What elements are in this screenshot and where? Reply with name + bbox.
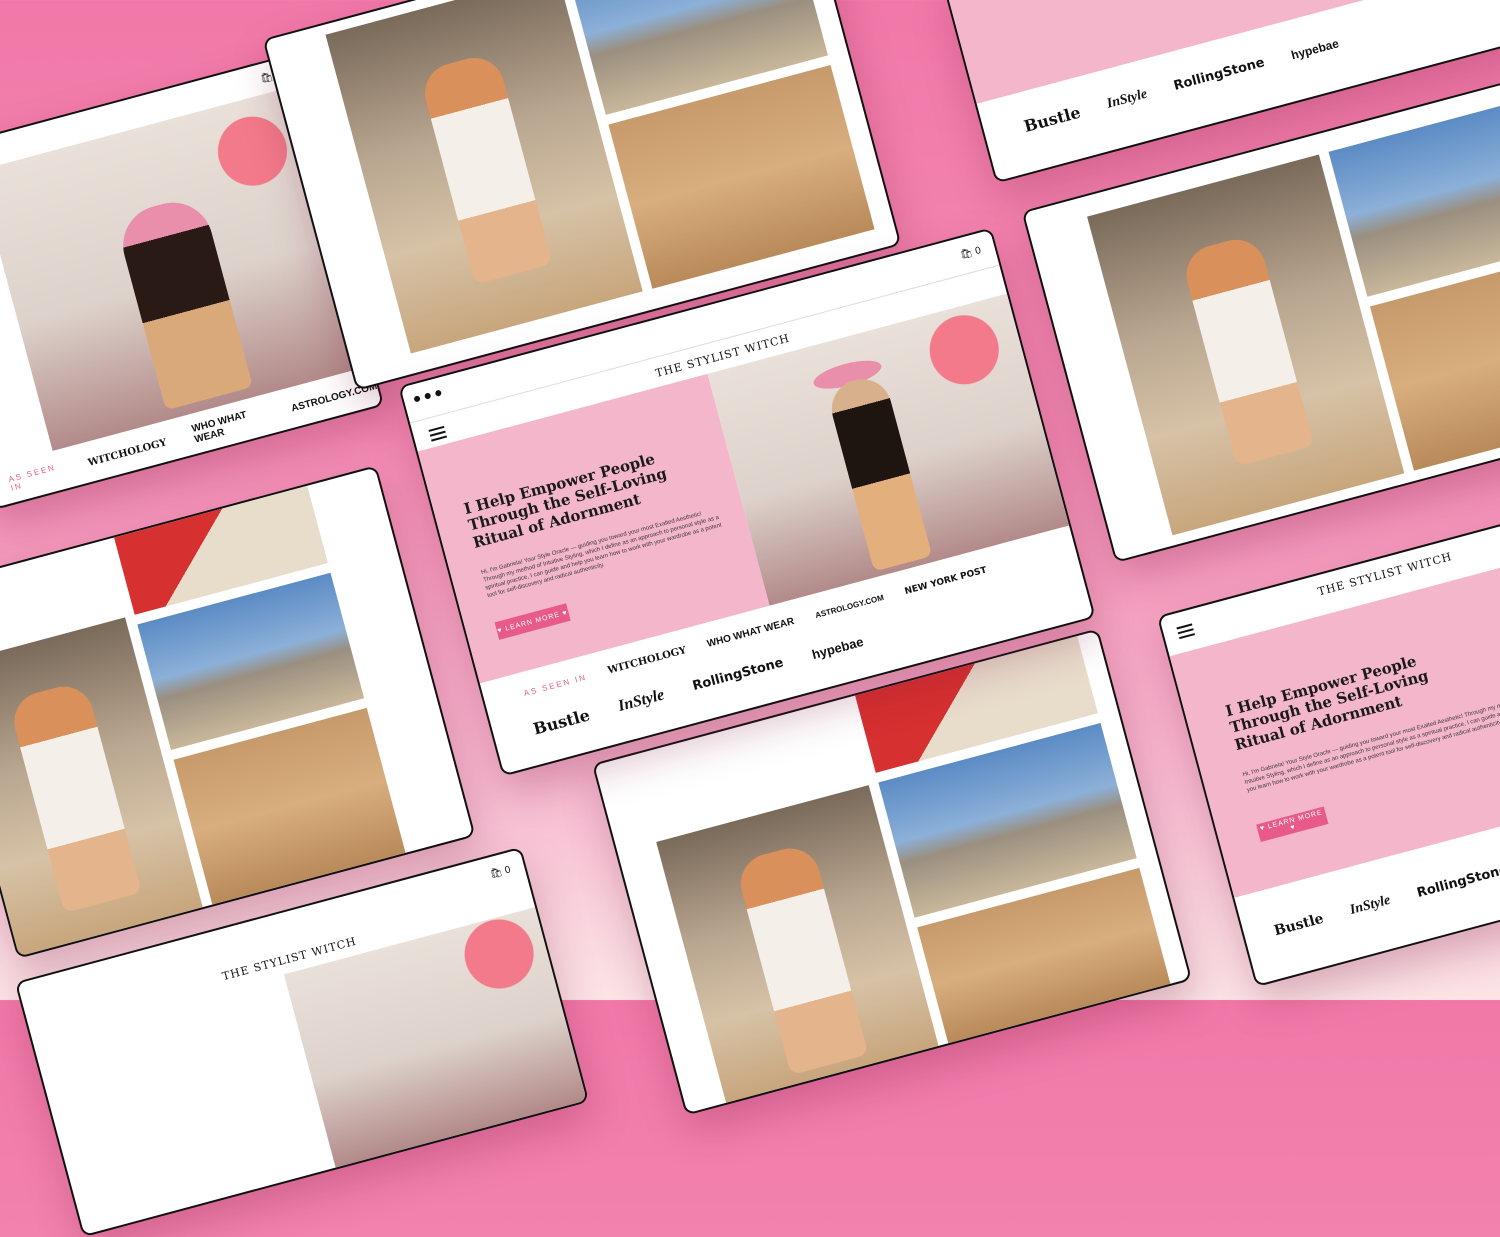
hero-panel: I Help Empower People Through the Self-L… <box>1169 557 1500 898</box>
window-controls[interactable] <box>413 389 442 403</box>
press-logo-hypebae: hypebae <box>1289 35 1341 62</box>
press-logo-witchology: WITCHOLOGY <box>606 645 688 677</box>
press-logo-hypebae: hypebae <box>810 633 866 663</box>
press-logo-rollingstone: RollingStone <box>1415 861 1500 901</box>
press-logo-rollingstone: RollingStone <box>1172 55 1267 94</box>
hamburger-menu-icon[interactable] <box>428 425 448 442</box>
swimsuit-figure <box>1179 233 1315 467</box>
hero-panel <box>945 0 1500 104</box>
mockup-collage: 🛍 0 AS SEEN IN WITCHOLOGY WHO WHAT WEAR … <box>0 0 1500 1237</box>
hamburger-menu-icon[interactable] <box>1176 623 1196 640</box>
press-logo-witchology: WITCHOLOGY <box>86 436 168 469</box>
press-logo-rollingstone: RollingStone <box>690 655 786 695</box>
cart-icon[interactable]: 🛍 0 <box>489 864 512 880</box>
mountain-photo <box>1328 105 1500 297</box>
swimsuit-figure <box>418 51 553 285</box>
learn-more-button[interactable]: ♥ LEARN MORE ♥ <box>1256 806 1329 843</box>
person-figure <box>114 193 253 411</box>
press-logo-astrology: ASTROLOGY.COM <box>814 593 885 621</box>
browser-window-bottom-right: THE STYLIST WITCH I Help Empower People … <box>1156 516 1500 988</box>
as-seen-in-label: AS SEEN IN <box>522 672 588 699</box>
as-seen-in-label: AS SEEN IN <box>7 462 57 493</box>
learn-more-button[interactable]: ♥ LEARN MORE ♥ <box>494 603 571 640</box>
swimsuit-figure <box>734 841 869 1076</box>
press-logo-instyle: InStyle <box>616 685 667 715</box>
press-logo-bustle: Bustle <box>1021 102 1083 136</box>
press-logo-nypost: NEW YORK POST <box>903 564 988 597</box>
press-logo-bustle: Bustle <box>531 705 592 739</box>
swimsuit-figure <box>7 679 142 914</box>
press-logo-instyle: InStyle <box>1348 892 1393 918</box>
person-figure <box>825 372 933 572</box>
press-logo-instyle: InStyle <box>1105 86 1149 112</box>
press-logo-whowhatwear: WHO WHAT WEAR <box>190 409 248 446</box>
press-logo-bustle: Bustle <box>1272 910 1326 940</box>
cart-icon[interactable]: 🛍 0 <box>959 245 982 261</box>
press-logo-whowhatwear: WHO WHAT WEAR <box>705 616 796 650</box>
